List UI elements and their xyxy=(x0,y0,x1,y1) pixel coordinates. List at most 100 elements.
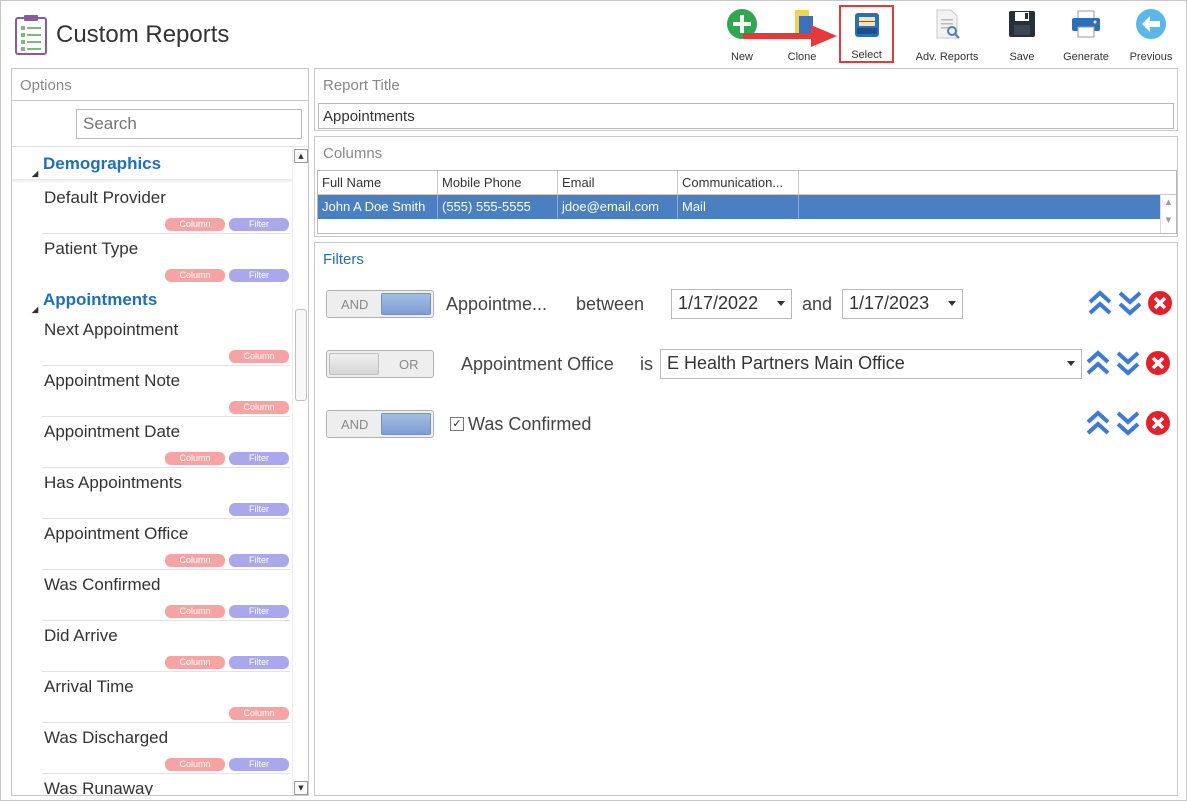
filter-badge[interactable]: Filter xyxy=(229,503,289,516)
column-badge[interactable]: Column xyxy=(165,605,225,618)
column-header[interactable]: Communication... xyxy=(678,171,799,194)
table-cell: Mail xyxy=(678,195,799,219)
dropdown-value: E Health Partners Main Office xyxy=(667,353,905,373)
column-badge[interactable]: Column xyxy=(165,452,225,465)
filter-actions xyxy=(1085,409,1175,439)
options-scrollbar[interactable]: ▲ ▼ xyxy=(292,149,308,795)
generate-button[interactable]: Generate xyxy=(1059,5,1113,63)
table-cell: jdoe@email.com xyxy=(558,195,678,219)
report-list-icon xyxy=(15,15,47,55)
column-header[interactable]: Full Name xyxy=(318,171,438,194)
toggle-knob xyxy=(329,353,379,375)
chevron-down-icon xyxy=(777,301,785,306)
option-did-arrive[interactable]: Did Arrive Column Filter xyxy=(42,621,290,672)
filter-badge[interactable]: Filter xyxy=(229,656,289,669)
group-demographics[interactable]: ◢ Demographics xyxy=(12,149,292,179)
filter-field-label: Was Confirmed xyxy=(468,414,592,434)
move-up-icon[interactable] xyxy=(1085,409,1111,437)
column-badge[interactable]: Column xyxy=(165,269,225,282)
column-badge[interactable]: Column xyxy=(165,758,225,771)
office-dropdown[interactable]: E Health Partners Main Office xyxy=(660,349,1082,379)
back-arrow-icon xyxy=(1134,7,1168,41)
collapse-triangle-icon: ◢ xyxy=(32,169,39,178)
column-badge[interactable]: Column xyxy=(165,218,225,231)
and-or-toggle[interactable]: OR xyxy=(326,350,434,378)
filter-field-label: Appointme... xyxy=(446,294,548,314)
toggle-knob xyxy=(381,413,431,435)
column-badge[interactable]: Column xyxy=(165,554,225,567)
filter-badge[interactable]: Filter xyxy=(229,218,289,231)
column-badge[interactable]: Column xyxy=(229,350,289,363)
scroll-down-icon[interactable]: ▼ xyxy=(1161,216,1176,224)
and-or-toggle[interactable]: AND xyxy=(326,290,434,318)
was-confirmed-checkbox[interactable]: ✓ xyxy=(450,417,464,431)
report-title-header: Report Title xyxy=(323,77,400,94)
floppy-disk-icon xyxy=(1005,7,1039,41)
column-header[interactable]: Mobile Phone xyxy=(438,171,558,194)
and-or-toggle[interactable]: AND xyxy=(326,410,434,438)
custom-reports-window: Custom Reports New Clone Select Adv. Rep… xyxy=(0,0,1187,801)
option-arrival-time[interactable]: Arrival Time Column xyxy=(42,672,290,723)
move-up-icon[interactable] xyxy=(1087,289,1113,317)
table-row[interactable]: John A Doe Smith (555) 555-5555 jdoe@ema… xyxy=(318,195,1176,219)
option-appointment-date[interactable]: Appointment Date Column Filter xyxy=(42,417,290,468)
filter-badge[interactable]: Filter xyxy=(229,269,289,282)
search-input[interactable] xyxy=(76,109,302,139)
printer-icon xyxy=(1069,7,1103,41)
move-up-icon[interactable] xyxy=(1085,349,1111,377)
option-next-appointment[interactable]: Next Appointment Column xyxy=(42,315,290,366)
remove-filter-icon[interactable] xyxy=(1147,289,1173,317)
document-search-icon xyxy=(930,7,964,41)
save-button[interactable]: Save xyxy=(1004,5,1040,63)
option-was-confirmed[interactable]: Was Confirmed Column Filter xyxy=(42,570,290,621)
group-appointments[interactable]: ◢ Appointments xyxy=(12,285,292,315)
move-down-icon[interactable] xyxy=(1115,349,1141,377)
previous-button[interactable]: Previous xyxy=(1125,5,1177,63)
scroll-thumb[interactable] xyxy=(295,309,307,401)
option-label: Was Confirmed xyxy=(44,575,161,594)
option-patient-type[interactable]: Patient Type Column Filter xyxy=(42,234,290,285)
options-panel: Options ◢ Demographics Default Provider … xyxy=(11,68,309,796)
inbox-tray-icon xyxy=(850,9,884,40)
end-date-dropdown[interactable]: 1/17/2023 xyxy=(842,289,963,319)
scroll-up-icon[interactable]: ▲ xyxy=(1161,198,1176,206)
scroll-up-icon[interactable]: ▲ xyxy=(294,149,308,163)
adv-reports-button[interactable]: Adv. Reports xyxy=(909,5,985,63)
remove-filter-icon[interactable] xyxy=(1145,409,1171,437)
move-down-icon[interactable] xyxy=(1115,409,1141,437)
column-badge[interactable]: Column xyxy=(165,656,225,669)
report-title-panel: Report Title xyxy=(314,68,1178,131)
move-down-icon[interactable] xyxy=(1117,289,1143,317)
filter-operator: is xyxy=(640,354,653,374)
columns-grid: Full Name Mobile Phone Email Communicati… xyxy=(317,170,1177,234)
option-label: Arrival Time xyxy=(44,677,134,696)
column-badge[interactable]: Column xyxy=(229,707,289,720)
options-header: Options xyxy=(12,69,308,101)
filter-field-label: Appointment Office xyxy=(461,354,614,374)
scroll-down-icon[interactable]: ▼ xyxy=(294,781,308,795)
remove-filter-icon[interactable] xyxy=(1145,349,1171,377)
filter-badge[interactable]: Filter xyxy=(229,452,289,465)
option-was-discharged[interactable]: Was Discharged Column Filter xyxy=(42,723,290,774)
start-date-dropdown[interactable]: 1/17/2022 xyxy=(671,289,792,319)
filter-badge[interactable]: Filter xyxy=(229,605,289,618)
filter-badge[interactable]: Filter xyxy=(229,758,289,771)
column-header[interactable]: Email xyxy=(558,171,678,194)
previous-button-label: Previous xyxy=(1129,51,1173,63)
option-appointment-office[interactable]: Appointment Office Column Filter xyxy=(42,519,290,570)
toggle-label: OR xyxy=(399,357,419,372)
group-demographics-label: Demographics xyxy=(43,154,162,173)
option-default-provider[interactable]: Default Provider Column Filter xyxy=(42,183,290,234)
chevron-down-icon xyxy=(948,301,956,306)
dropdown-value: 1/17/2023 xyxy=(849,293,930,313)
option-was-runaway[interactable]: Was Runaway xyxy=(42,774,290,795)
row-filler xyxy=(799,195,1176,219)
page-title: Custom Reports xyxy=(56,21,230,48)
grid-scrollbar[interactable]: ▲ ▼ xyxy=(1160,195,1176,233)
column-badge[interactable]: Column xyxy=(229,401,289,414)
option-has-appointments[interactable]: Has Appointments Filter xyxy=(42,468,290,519)
select-button[interactable]: Select xyxy=(839,5,894,63)
option-appointment-note[interactable]: Appointment Note Column xyxy=(42,366,290,417)
report-title-input[interactable] xyxy=(318,103,1174,129)
filter-badge[interactable]: Filter xyxy=(229,554,289,567)
